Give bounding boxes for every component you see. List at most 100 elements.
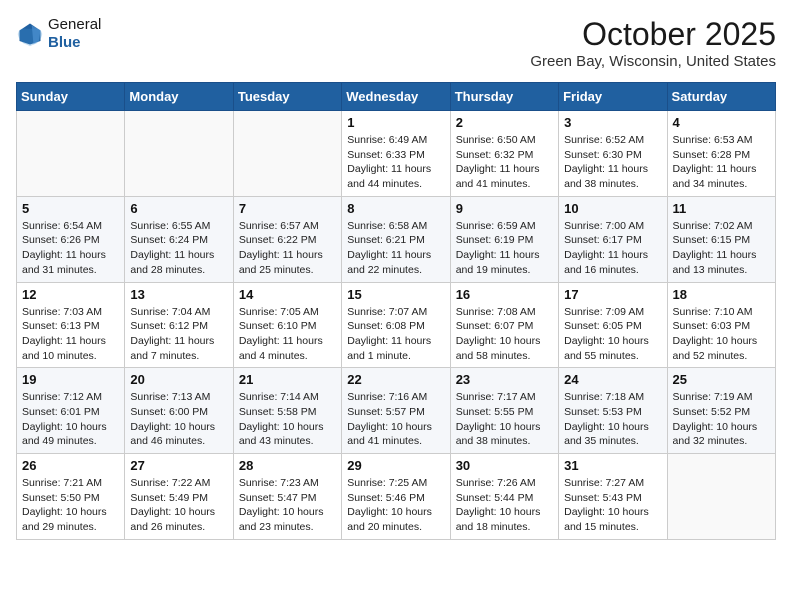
calendar-cell: 5 Sunrise: 6:54 AM Sunset: 6:26 PM Daylig…	[17, 196, 125, 282]
day-info: Sunrise: 6:58 AM Sunset: 6:21 PM Dayligh…	[347, 219, 444, 278]
day-number: 28	[239, 458, 336, 473]
calendar-cell: 25Sunrise: 7:19 AM Sunset: 5:52 PM Dayli…	[667, 368, 775, 454]
day-info: Sunrise: 6:52 AM Sunset: 6:30 PM Dayligh…	[564, 133, 661, 192]
day-number: 20	[130, 372, 227, 387]
calendar-week-3: 12 Sunrise: 7:03 AM Sunset: 6:13 PM Dayli…	[17, 282, 776, 368]
calendar-cell: 28 Sunrise: 7:23 AM Sunset: 5:47 PM Dayli…	[233, 454, 341, 540]
day-info: Sunrise: 7:19 AM Sunset: 5:52 PM Dayligh…	[673, 390, 770, 449]
day-number: 9	[456, 201, 553, 216]
weekday-header-sunday: Sunday	[17, 83, 125, 111]
day-info: Sunrise: 7:25 AM Sunset: 5:46 PM Dayligh…	[347, 476, 444, 535]
calendar-cell: 30Sunrise: 7:26 AM Sunset: 5:44 PM Dayli…	[450, 454, 558, 540]
calendar-cell	[17, 111, 125, 197]
day-info: Sunrise: 6:50 AM Sunset: 6:32 PM Dayligh…	[456, 133, 553, 192]
day-info: Sunrise: 7:08 AM Sunset: 6:07 PM Dayligh…	[456, 305, 553, 364]
calendar-cell: 13 Sunrise: 7:04 AM Sunset: 6:12 PM Dayli…	[125, 282, 233, 368]
day-number: 22	[347, 372, 444, 387]
calendar-cell	[667, 454, 775, 540]
day-number: 24	[564, 372, 661, 387]
day-number: 11	[673, 201, 770, 216]
calendar-cell: 27Sunrise: 7:22 AM Sunset: 5:49 PM Dayli…	[125, 454, 233, 540]
month-title: October 2025	[530, 16, 776, 53]
day-number: 13	[130, 287, 227, 302]
calendar-cell: 4 Sunrise: 6:53 AM Sunset: 6:28 PM Daylig…	[667, 111, 775, 197]
weekday-header-saturday: Saturday	[667, 83, 775, 111]
day-number: 17	[564, 287, 661, 302]
calendar-cell: 7 Sunrise: 6:57 AM Sunset: 6:22 PM Daylig…	[233, 196, 341, 282]
day-info: Sunrise: 7:21 AM Sunset: 5:50 PM Dayligh…	[22, 476, 119, 535]
day-info: Sunrise: 6:53 AM Sunset: 6:28 PM Dayligh…	[673, 133, 770, 192]
calendar-week-1: 1 Sunrise: 6:49 AM Sunset: 6:33 PM Daylig…	[17, 111, 776, 197]
day-number: 1	[347, 115, 444, 130]
day-number: 30	[456, 458, 553, 473]
day-number: 26	[22, 458, 119, 473]
location: Green Bay, Wisconsin, United States	[530, 53, 776, 70]
day-number: 4	[673, 115, 770, 130]
calendar-week-2: 5 Sunrise: 6:54 AM Sunset: 6:26 PM Daylig…	[17, 196, 776, 282]
calendar-cell: 19Sunrise: 7:12 AM Sunset: 6:01 PM Dayli…	[17, 368, 125, 454]
day-info: Sunrise: 6:54 AM Sunset: 6:26 PM Dayligh…	[22, 219, 119, 278]
day-number: 19	[22, 372, 119, 387]
calendar-cell: 14Sunrise: 7:05 AM Sunset: 6:10 PM Dayli…	[233, 282, 341, 368]
calendar-cell: 21 Sunrise: 7:14 AM Sunset: 5:58 PM Dayli…	[233, 368, 341, 454]
day-number: 5	[22, 201, 119, 216]
day-info: Sunrise: 7:05 AM Sunset: 6:10 PM Dayligh…	[239, 305, 336, 364]
day-number: 31	[564, 458, 661, 473]
calendar-cell: 12 Sunrise: 7:03 AM Sunset: 6:13 PM Dayli…	[17, 282, 125, 368]
day-info: Sunrise: 7:02 AM Sunset: 6:15 PM Dayligh…	[673, 219, 770, 278]
calendar-cell: 15 Sunrise: 7:07 AM Sunset: 6:08 PM Dayli…	[342, 282, 450, 368]
weekday-header-tuesday: Tuesday	[233, 83, 341, 111]
day-number: 29	[347, 458, 444, 473]
calendar-cell: 6Sunrise: 6:55 AM Sunset: 6:24 PM Daylig…	[125, 196, 233, 282]
day-number: 18	[673, 287, 770, 302]
calendar-cell: 31Sunrise: 7:27 AM Sunset: 5:43 PM Dayli…	[559, 454, 667, 540]
calendar-week-4: 19Sunrise: 7:12 AM Sunset: 6:01 PM Dayli…	[17, 368, 776, 454]
title-area: October 2025 Green Bay, Wisconsin, Unite…	[530, 16, 776, 70]
calendar-cell: 17Sunrise: 7:09 AM Sunset: 6:05 PM Dayli…	[559, 282, 667, 368]
weekday-header-friday: Friday	[559, 83, 667, 111]
calendar-cell: 24 Sunrise: 7:18 AM Sunset: 5:53 PM Dayli…	[559, 368, 667, 454]
day-info: Sunrise: 7:04 AM Sunset: 6:12 PM Dayligh…	[130, 305, 227, 364]
day-number: 16	[456, 287, 553, 302]
day-number: 23	[456, 372, 553, 387]
calendar-cell	[125, 111, 233, 197]
logo-text: General Blue	[48, 16, 101, 52]
day-info: Sunrise: 7:00 AM Sunset: 6:17 PM Dayligh…	[564, 219, 661, 278]
day-info: Sunrise: 7:14 AM Sunset: 5:58 PM Dayligh…	[239, 390, 336, 449]
day-info: Sunrise: 7:18 AM Sunset: 5:53 PM Dayligh…	[564, 390, 661, 449]
calendar-cell: 11 Sunrise: 7:02 AM Sunset: 6:15 PM Dayli…	[667, 196, 775, 282]
weekday-header-monday: Monday	[125, 83, 233, 111]
day-number: 21	[239, 372, 336, 387]
day-number: 6	[130, 201, 227, 216]
calendar-cell: 16 Sunrise: 7:08 AM Sunset: 6:07 PM Dayli…	[450, 282, 558, 368]
calendar-cell: 20 Sunrise: 7:13 AM Sunset: 6:00 PM Dayli…	[125, 368, 233, 454]
calendar-cell: 22Sunrise: 7:16 AM Sunset: 5:57 PM Dayli…	[342, 368, 450, 454]
day-info: Sunrise: 7:17 AM Sunset: 5:55 PM Dayligh…	[456, 390, 553, 449]
day-info: Sunrise: 6:49 AM Sunset: 6:33 PM Dayligh…	[347, 133, 444, 192]
calendar-cell	[233, 111, 341, 197]
day-number: 12	[22, 287, 119, 302]
calendar-week-5: 26 Sunrise: 7:21 AM Sunset: 5:50 PM Dayli…	[17, 454, 776, 540]
day-info: Sunrise: 7:03 AM Sunset: 6:13 PM Dayligh…	[22, 305, 119, 364]
day-number: 15	[347, 287, 444, 302]
calendar-cell: 9Sunrise: 6:59 AM Sunset: 6:19 PM Daylig…	[450, 196, 558, 282]
day-number: 2	[456, 115, 553, 130]
calendar-cell: 23 Sunrise: 7:17 AM Sunset: 5:55 PM Dayli…	[450, 368, 558, 454]
day-info: Sunrise: 7:22 AM Sunset: 5:49 PM Dayligh…	[130, 476, 227, 535]
day-number: 3	[564, 115, 661, 130]
calendar-cell: 3 Sunrise: 6:52 AM Sunset: 6:30 PM Daylig…	[559, 111, 667, 197]
weekday-header-wednesday: Wednesday	[342, 83, 450, 111]
day-info: Sunrise: 6:57 AM Sunset: 6:22 PM Dayligh…	[239, 219, 336, 278]
logo-icon	[16, 20, 44, 48]
day-info: Sunrise: 7:07 AM Sunset: 6:08 PM Dayligh…	[347, 305, 444, 364]
day-number: 7	[239, 201, 336, 216]
weekday-header-row: SundayMondayTuesdayWednesdayThursdayFrid…	[17, 83, 776, 111]
day-number: 10	[564, 201, 661, 216]
logo: General Blue	[16, 16, 101, 52]
day-info: Sunrise: 7:13 AM Sunset: 6:00 PM Dayligh…	[130, 390, 227, 449]
calendar-cell: 29 Sunrise: 7:25 AM Sunset: 5:46 PM Dayli…	[342, 454, 450, 540]
day-info: Sunrise: 7:23 AM Sunset: 5:47 PM Dayligh…	[239, 476, 336, 535]
calendar-cell: 2 Sunrise: 6:50 AM Sunset: 6:32 PM Daylig…	[450, 111, 558, 197]
day-number: 8	[347, 201, 444, 216]
calendar-cell: 18Sunrise: 7:10 AM Sunset: 6:03 PM Dayli…	[667, 282, 775, 368]
